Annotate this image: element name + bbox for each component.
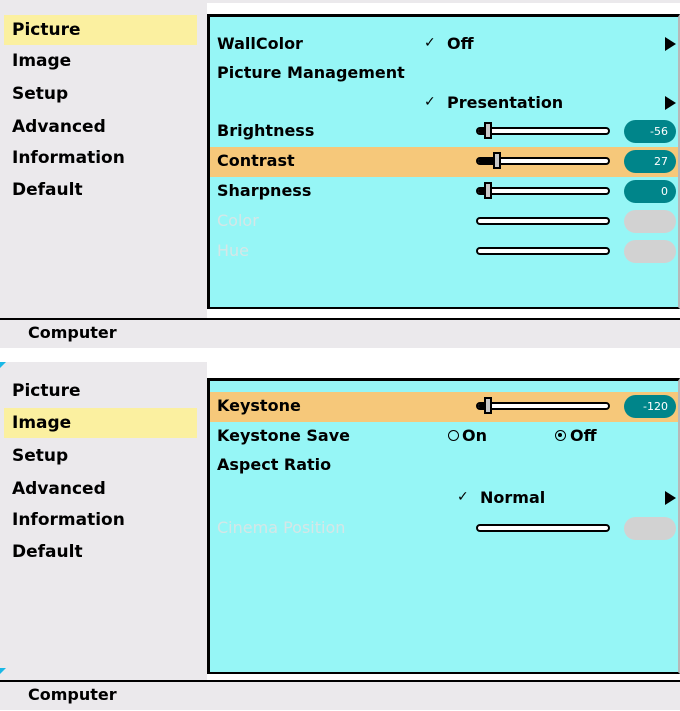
- keystone-row[interactable]: Keystone -120: [210, 392, 678, 422]
- sidebar-item-advanced[interactable]: Advanced: [4, 112, 197, 142]
- sidebar: Picture Image Setup Advanced Information…: [0, 362, 207, 680]
- picture-management-row[interactable]: Picture Management: [210, 59, 678, 89]
- submenu-arrow-icon[interactable]: [665, 491, 676, 505]
- cinema-position-row: Cinema Position: [210, 514, 678, 544]
- contrast-row[interactable]: Contrast 27: [210, 147, 678, 177]
- slider-knob[interactable]: [484, 397, 492, 414]
- submenu-arrow-icon[interactable]: [665, 37, 676, 51]
- color-row: Color: [210, 207, 678, 237]
- sidebar-item-image[interactable]: Image: [4, 46, 197, 76]
- image-osd: Picture Image Setup Advanced Information…: [0, 362, 680, 711]
- brightness-row[interactable]: Brightness -56: [210, 117, 678, 147]
- sidebar-item-default[interactable]: Default: [4, 175, 197, 205]
- keystone-save-off-radio[interactable]: [555, 430, 566, 441]
- keystone-save-on-label: On: [462, 426, 487, 445]
- contrast-value-badge: 27: [624, 150, 676, 173]
- aspect-ratio-label: Aspect Ratio: [217, 455, 332, 474]
- brightness-label: Brightness: [217, 121, 315, 140]
- sidebar-item-setup[interactable]: Setup: [4, 441, 197, 471]
- wallcolor-row[interactable]: WallColor ✓ Off: [210, 30, 678, 60]
- keystone-save-on-radio[interactable]: [448, 430, 459, 441]
- contrast-slider[interactable]: [476, 152, 610, 169]
- hue-value-badge: [624, 240, 676, 263]
- hue-row: Hue: [210, 237, 678, 267]
- keystone-save-off-label: Off: [570, 426, 597, 445]
- slider-knob[interactable]: [484, 182, 492, 199]
- keystone-value-badge: -120: [624, 395, 676, 418]
- check-icon: ✓: [424, 35, 436, 51]
- keystone-save-row[interactable]: Keystone Save On Off: [210, 422, 678, 452]
- corner-marker: [0, 668, 6, 674]
- settings-panel: WallColor ✓ Off Picture Management ✓ Pre…: [207, 14, 680, 309]
- check-icon: ✓: [424, 94, 436, 110]
- cinema-position-label: Cinema Position: [217, 518, 346, 537]
- color-slider: [476, 217, 610, 225]
- slider-knob[interactable]: [493, 152, 501, 169]
- status-bar: Computer: [0, 318, 680, 348]
- cinema-position-value-badge: [624, 517, 676, 540]
- sidebar-item-picture[interactable]: Picture: [4, 376, 197, 406]
- sidebar-item-image[interactable]: Image: [4, 408, 197, 438]
- submenu-arrow-icon[interactable]: [665, 96, 676, 110]
- sharpness-label: Sharpness: [217, 181, 312, 200]
- aspect-ratio-row[interactable]: Aspect Ratio: [210, 451, 678, 481]
- sidebar-item-information[interactable]: Information: [4, 143, 197, 173]
- picture-management-value-row[interactable]: ✓ Presentation: [210, 89, 678, 119]
- aspect-ratio-value-row[interactable]: ✓ Normal: [210, 484, 678, 514]
- input-source-label: Computer: [28, 323, 117, 342]
- wallcolor-label: WallColor: [217, 34, 303, 53]
- picture-management-value: Presentation: [447, 93, 564, 112]
- wallcolor-value: Off: [447, 34, 474, 53]
- sharpness-row[interactable]: Sharpness 0: [210, 177, 678, 207]
- sidebar: Picture Image Setup Advanced Information…: [0, 0, 207, 318]
- input-source-label: Computer: [28, 685, 117, 704]
- hue-label: Hue: [217, 241, 250, 260]
- sharpness-slider[interactable]: [476, 182, 610, 199]
- sidebar-item-information[interactable]: Information: [4, 505, 197, 535]
- brightness-slider[interactable]: [476, 122, 610, 139]
- aspect-ratio-value: Normal: [480, 488, 546, 507]
- keystone-save-label: Keystone Save: [217, 426, 350, 445]
- sidebar-item-picture[interactable]: Picture: [4, 15, 197, 45]
- cinema-position-slider: [476, 524, 610, 532]
- contrast-label: Contrast: [217, 151, 295, 170]
- sidebar-item-setup[interactable]: Setup: [4, 79, 197, 109]
- keystone-slider[interactable]: [476, 397, 610, 414]
- slider-knob[interactable]: [484, 122, 492, 139]
- brightness-value-badge: -56: [624, 120, 676, 143]
- sidebar-item-advanced[interactable]: Advanced: [4, 474, 197, 504]
- status-bar: Computer: [0, 680, 680, 710]
- color-label: Color: [217, 211, 259, 230]
- picture-management-label: Picture Management: [217, 63, 405, 82]
- settings-panel: Keystone -120 Keystone Save On Off Aspec…: [207, 378, 680, 674]
- color-value-badge: [624, 210, 676, 233]
- check-icon: ✓: [457, 489, 469, 505]
- keystone-label: Keystone: [217, 396, 301, 415]
- hue-slider: [476, 247, 610, 255]
- picture-osd: Picture Image Setup Advanced Information…: [0, 0, 680, 353]
- sidebar-item-default[interactable]: Default: [4, 537, 197, 567]
- sharpness-value-badge: 0: [624, 180, 676, 203]
- corner-marker: [0, 362, 6, 368]
